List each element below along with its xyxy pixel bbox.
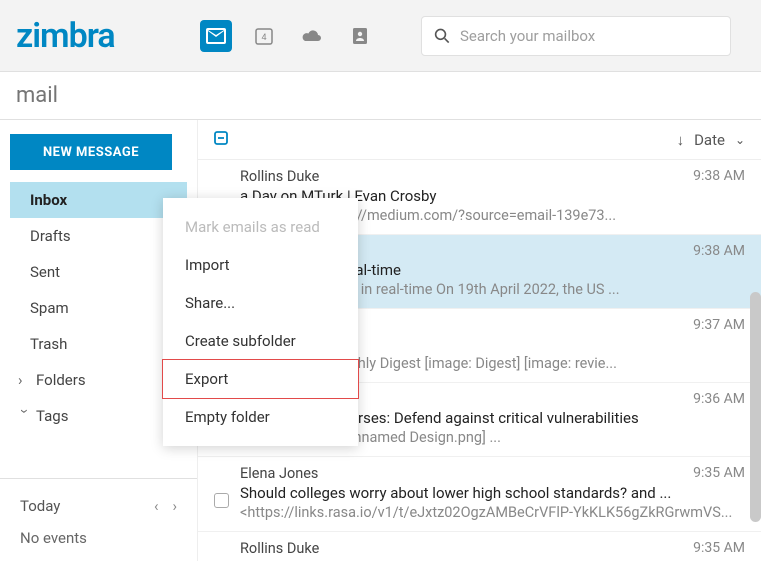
message-list-header: ↓ Date ⌄ [198,120,761,160]
cloud-icon[interactable] [296,20,328,52]
context-menu: Mark emails as read Import Share... Crea… [163,198,358,446]
mini-calendar: Today ‹ › No events [0,478,197,547]
ctx-share[interactable]: Share... [163,284,358,322]
ctx-empty-folder[interactable]: Empty folder [163,398,358,436]
ctx-mark-read: Mark emails as read [163,208,358,246]
brand-logo: zimbra [16,16,115,56]
search-icon [434,27,450,45]
folder-group-tags[interactable]: › Tags [10,398,187,434]
folder-trash[interactable]: Trash [10,326,187,362]
top-bar: zimbra 4 [0,0,761,72]
calendar-prev-icon[interactable]: ‹ [154,497,159,515]
chevron-down-icon: › [16,409,34,423]
sort-label[interactable]: Date [694,131,725,149]
message-row[interactable]: Rollins Duke9:35 AM [198,532,761,561]
folder-sent[interactable]: Sent [10,254,187,290]
calendar-today-label: Today [20,497,60,515]
calendar-next-icon[interactable]: › [172,497,177,515]
section-header: mail [0,72,761,120]
checkbox[interactable] [214,493,229,508]
sort-direction-icon[interactable]: ↓ [677,131,685,149]
collapse-all-icon[interactable] [214,130,228,149]
folder-inbox[interactable]: Inbox [10,182,187,218]
new-message-button[interactable]: NEW MESSAGE [10,134,172,170]
folder-drafts[interactable]: Drafts [10,218,187,254]
calendar-noevents: No events [10,529,187,547]
ctx-import[interactable]: Import [163,246,358,284]
search-box[interactable] [421,16,731,56]
calendar-icon[interactable]: 4 [248,20,280,52]
ctx-export[interactable]: Export [162,359,359,399]
folder-spam[interactable]: Spam [10,290,187,326]
mail-icon[interactable] [200,20,232,52]
search-input[interactable] [460,27,718,45]
chevron-down-icon[interactable]: ⌄ [735,133,745,147]
app-switcher: 4 [200,20,376,52]
contacts-icon[interactable] [344,20,376,52]
scrollbar-thumb[interactable] [750,292,761,522]
chevron-right-icon: › [18,371,32,389]
ctx-create-subfolder[interactable]: Create subfolder [163,322,358,360]
svg-text:4: 4 [261,33,266,43]
section-title: mail [16,83,58,108]
message-row[interactable]: Elena Jones9:35 AM Should colleges worry… [198,457,761,532]
folder-group-folders[interactable]: › Folders [10,362,187,398]
